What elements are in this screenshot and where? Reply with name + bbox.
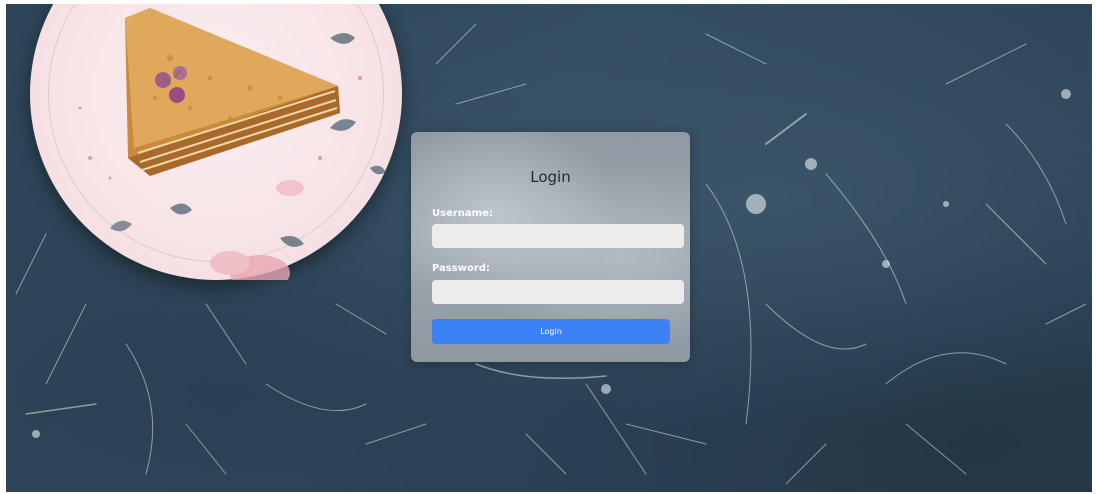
password-input[interactable]: [432, 280, 684, 304]
password-label: Password:: [432, 263, 490, 274]
login-title: Login: [530, 168, 571, 186]
username-input[interactable]: [432, 224, 684, 248]
background-scene: Login Username: Password: Login: [6, 4, 1092, 492]
cake-plate: [30, 4, 402, 280]
login-button[interactable]: Login: [432, 319, 670, 344]
login-card: Login Username: Password: Login: [411, 132, 690, 362]
cake-slice-image: [78, 8, 386, 280]
username-label: Username:: [432, 208, 493, 219]
